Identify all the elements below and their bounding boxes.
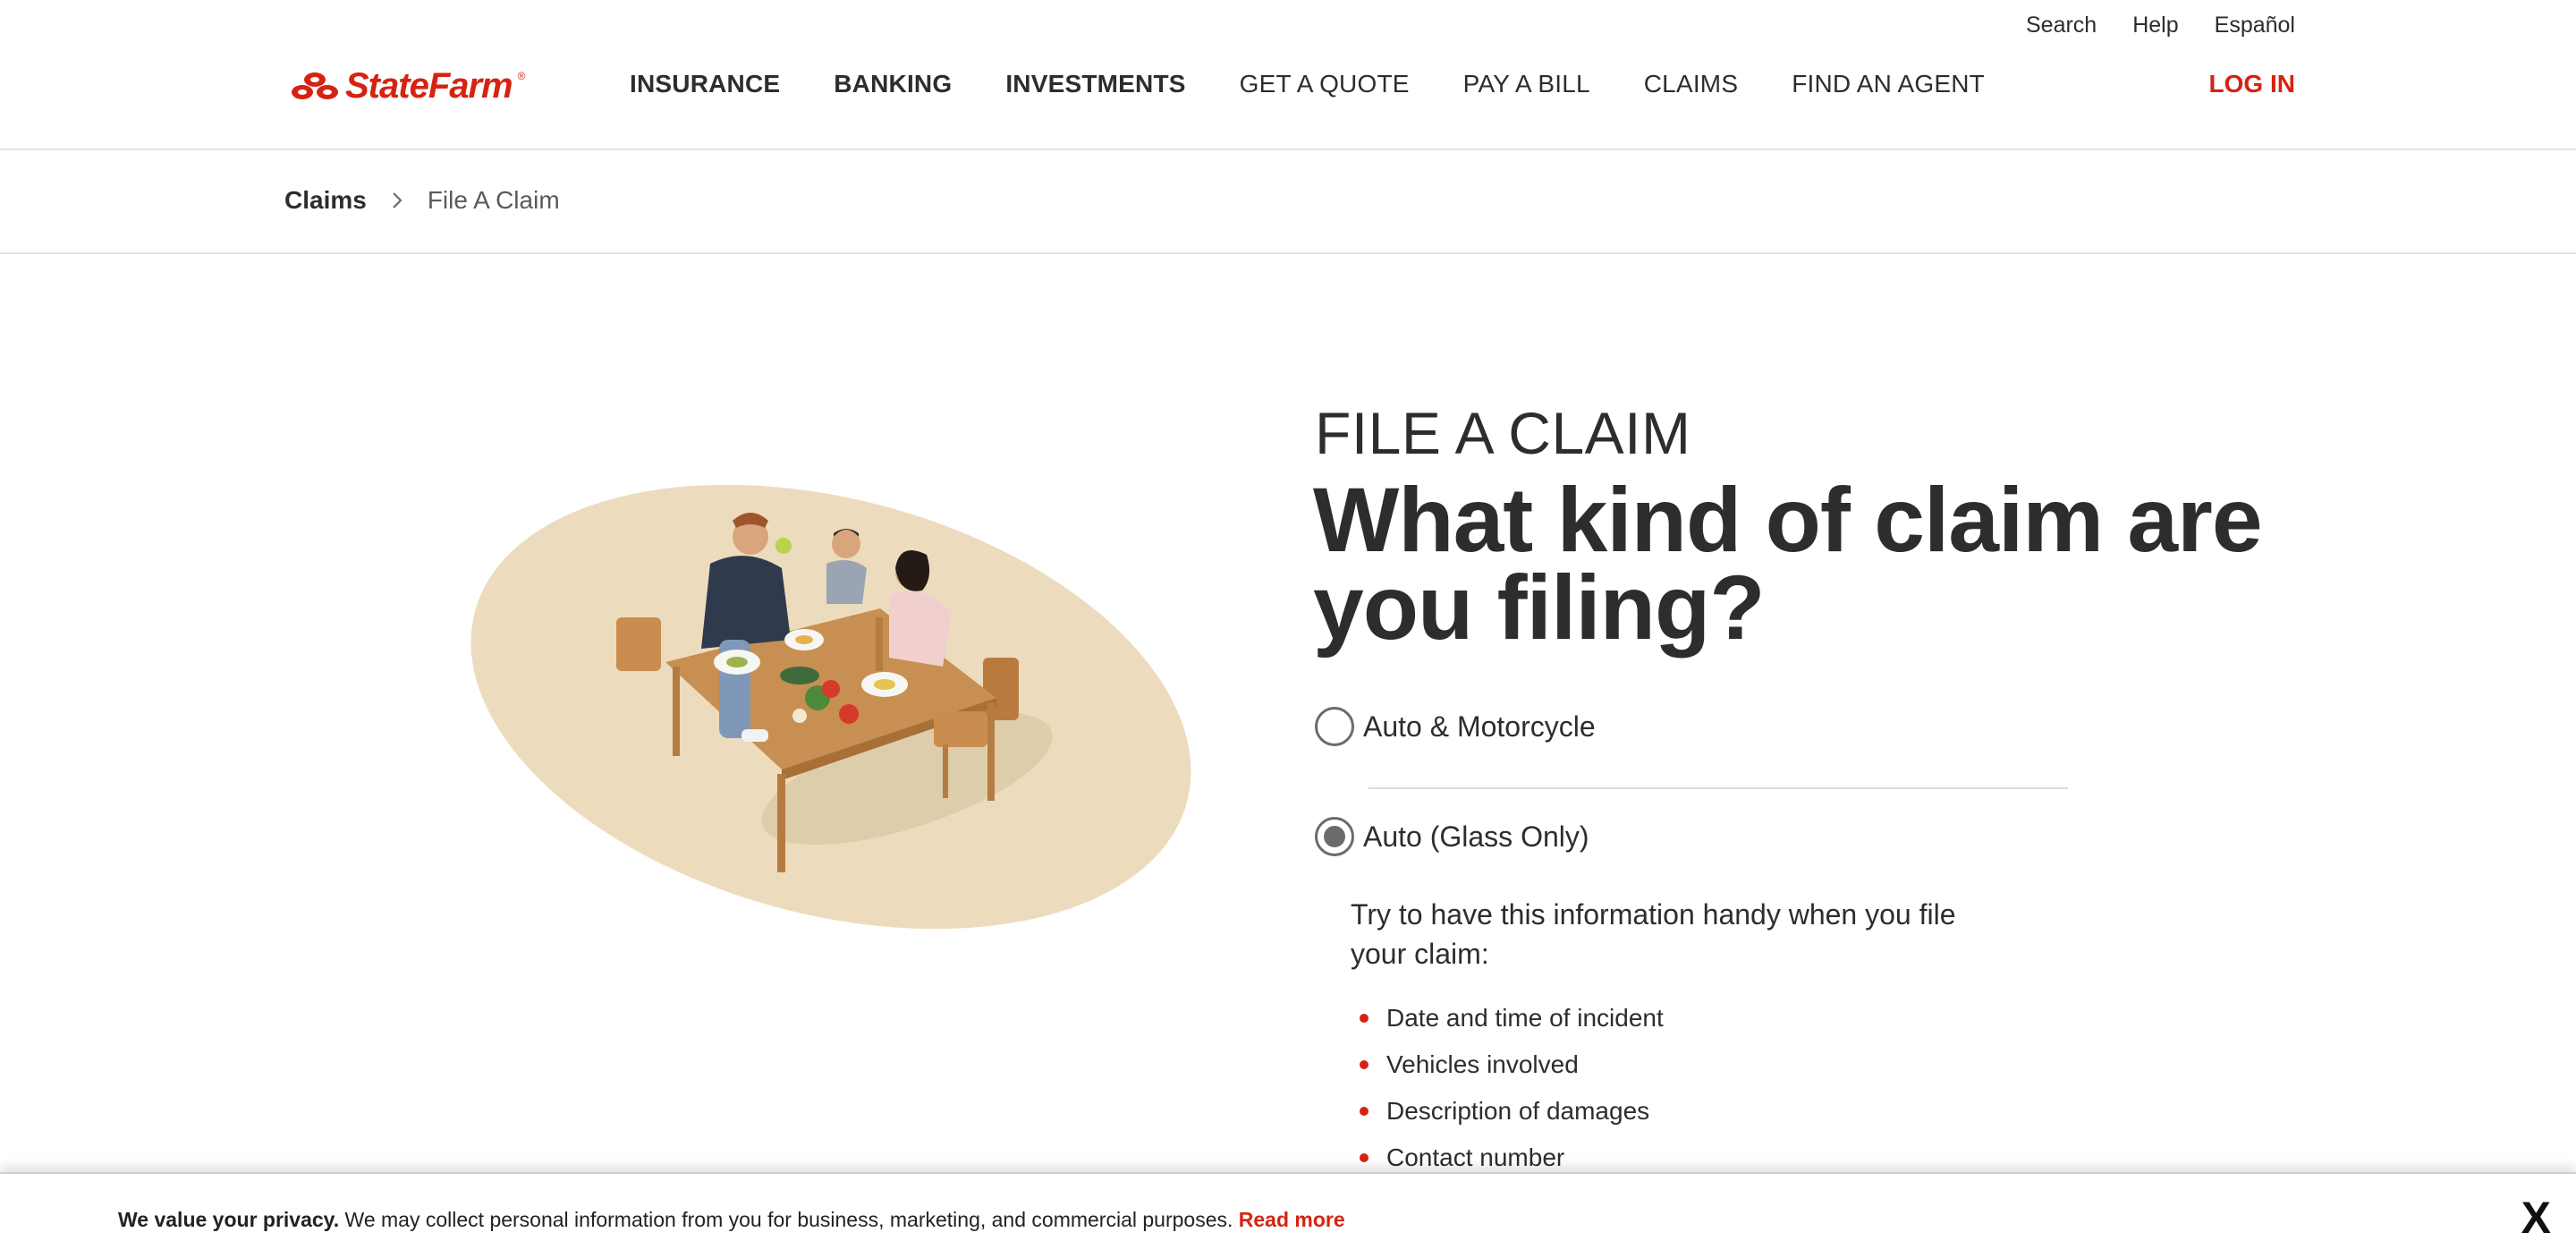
page-title: What kind of claim are you filing? — [1313, 469, 2263, 659]
info-text: Try to have this information handy when … — [1351, 898, 1956, 970]
list-item-text: Date and time of incident — [1386, 1004, 1664, 1032]
statefarm-logo[interactable]: StateFarm ® — [290, 66, 525, 106]
nav-pay-a-bill[interactable]: PAY A BILL — [1463, 70, 1590, 98]
three-ovals-logo-icon — [292, 72, 338, 99]
breadcrumb-bar: Claims File A Claim — [0, 150, 2576, 254]
radio-auto-glass[interactable] — [1315, 817, 1354, 856]
breadcrumb-current: File A Claim — [427, 186, 560, 214]
list-item-text: Contact number — [1386, 1143, 1565, 1171]
nav-investments[interactable]: INVESTMENTS — [1005, 70, 1185, 98]
bullet-dot-icon — [1360, 1107, 1368, 1116]
claim-option-auto-motorcycle[interactable]: Auto & Motorcycle — [1315, 707, 1596, 746]
utility-search-link[interactable]: Search — [2026, 13, 2097, 38]
claim-option-auto-glass[interactable]: Auto (Glass Only) — [1315, 817, 1589, 856]
page-eyebrow: FILE A CLAIM — [1315, 400, 1691, 466]
bullet-dot-icon — [1360, 1014, 1368, 1023]
option-divider — [1368, 787, 2068, 789]
breadcrumb-claims-link[interactable]: Claims — [284, 186, 367, 215]
main-nav: INSURANCE BANKING INVESTMENTS GET A QUOT… — [630, 70, 1985, 98]
privacy-read-more-link[interactable]: Read more — [1239, 1208, 1345, 1231]
nav-claims[interactable]: CLAIMS — [1644, 70, 1738, 98]
privacy-message: We value your privacy. We may collect pe… — [118, 1208, 1345, 1232]
nav-banking[interactable]: BANKING — [834, 70, 952, 98]
bullet-dot-icon — [1360, 1153, 1368, 1162]
list-item-text: Vehicles involved — [1386, 1050, 1579, 1078]
radio-auto-motorcycle[interactable] — [1315, 707, 1354, 746]
logo-wordmark: StateFarm — [345, 66, 513, 106]
nav-get-a-quote[interactable]: GET A QUOTE — [1240, 70, 1410, 98]
bullet-dot-icon — [1360, 1060, 1368, 1069]
utility-espanol-link[interactable]: Español — [2215, 13, 2295, 38]
family-dinner-illustration — [470, 484, 1191, 930]
nav-find-an-agent[interactable]: FIND AN AGENT — [1792, 70, 1985, 98]
privacy-body: We may collect personal information from… — [339, 1208, 1233, 1231]
privacy-banner: We value your privacy. We may collect pe… — [0, 1172, 2576, 1258]
utility-help-link[interactable]: Help — [2132, 13, 2178, 38]
privacy-bold: We value your privacy. — [118, 1208, 340, 1231]
nav-insurance[interactable]: INSURANCE — [630, 70, 780, 98]
breadcrumb: Claims File A Claim — [284, 186, 560, 215]
login-link[interactable]: LOG IN — [2209, 70, 2295, 98]
chevron-right-icon — [393, 192, 402, 208]
list-item: Vehicles involved — [1360, 1041, 1664, 1088]
list-item: Description of damages — [1360, 1088, 1664, 1135]
utility-nav: Search Help Español — [2026, 13, 2295, 38]
info-checklist: Date and time of incident Vehicles invol… — [1360, 995, 1664, 1181]
logo-registered-mark: ® — [517, 70, 526, 82]
site-header: Search Help Español StateFarm ® INSURANC… — [0, 0, 2576, 150]
list-item: Date and time of incident — [1360, 995, 1664, 1041]
option-label-auto-glass: Auto (Glass Only) — [1363, 820, 1589, 853]
list-item-text: Description of damages — [1386, 1097, 1650, 1125]
option-label-auto-motorcycle: Auto & Motorcycle — [1363, 710, 1596, 743]
privacy-close-button[interactable]: X — [2521, 1192, 2551, 1244]
